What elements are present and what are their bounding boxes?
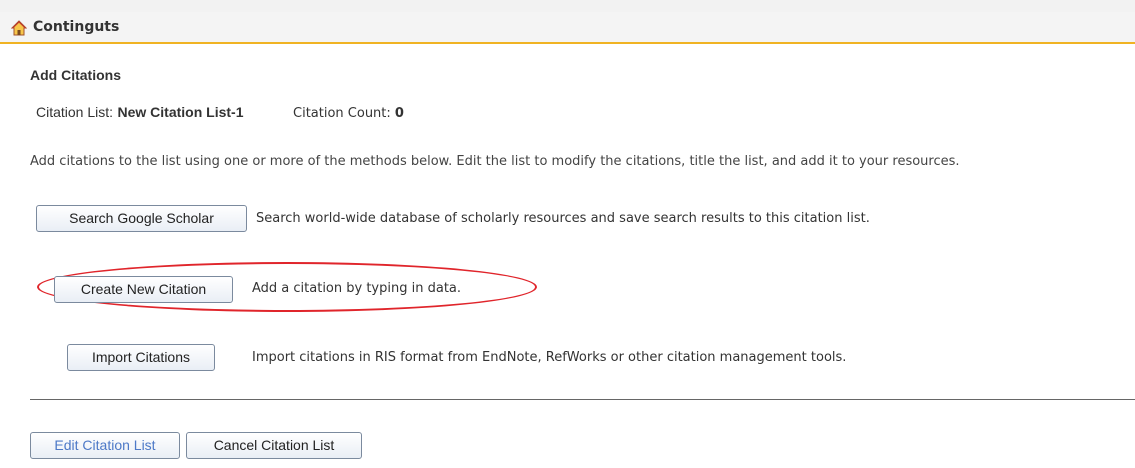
search-google-scholar-description: Search world-wide database of scholarly … xyxy=(256,211,870,226)
intro-text: Add citations to the list using one or m… xyxy=(30,154,960,169)
citation-list-label: Citation List: xyxy=(36,104,114,120)
content-header-bar: Continguts xyxy=(0,12,1135,44)
import-citations-description: Import citations in RIS format from EndN… xyxy=(252,350,847,365)
import-citations-button[interactable]: Import Citations xyxy=(67,344,215,371)
search-google-scholar-button[interactable]: Search Google Scholar xyxy=(36,205,247,232)
citation-count: Citation Count: 0 xyxy=(293,106,404,121)
citation-list-name: New Citation List-1 xyxy=(117,104,244,120)
create-new-citation-description: Add a citation by typing in data. xyxy=(252,281,462,296)
edit-citation-list-button[interactable]: Edit Citation List xyxy=(30,432,180,459)
cancel-citation-list-button[interactable]: Cancel Citation List xyxy=(186,432,362,459)
divider xyxy=(30,399,1135,400)
create-new-citation-button[interactable]: Create New Citation xyxy=(54,276,233,303)
top-strip xyxy=(0,0,1135,12)
section-title: Add Citations xyxy=(30,67,121,83)
page-title: Continguts xyxy=(33,19,120,35)
citation-count-label: Citation Count: xyxy=(293,106,391,121)
citation-count-value: 0 xyxy=(394,106,404,121)
citation-list-info: Citation List: New Citation List-1 xyxy=(36,104,244,121)
home-icon[interactable] xyxy=(10,20,28,36)
